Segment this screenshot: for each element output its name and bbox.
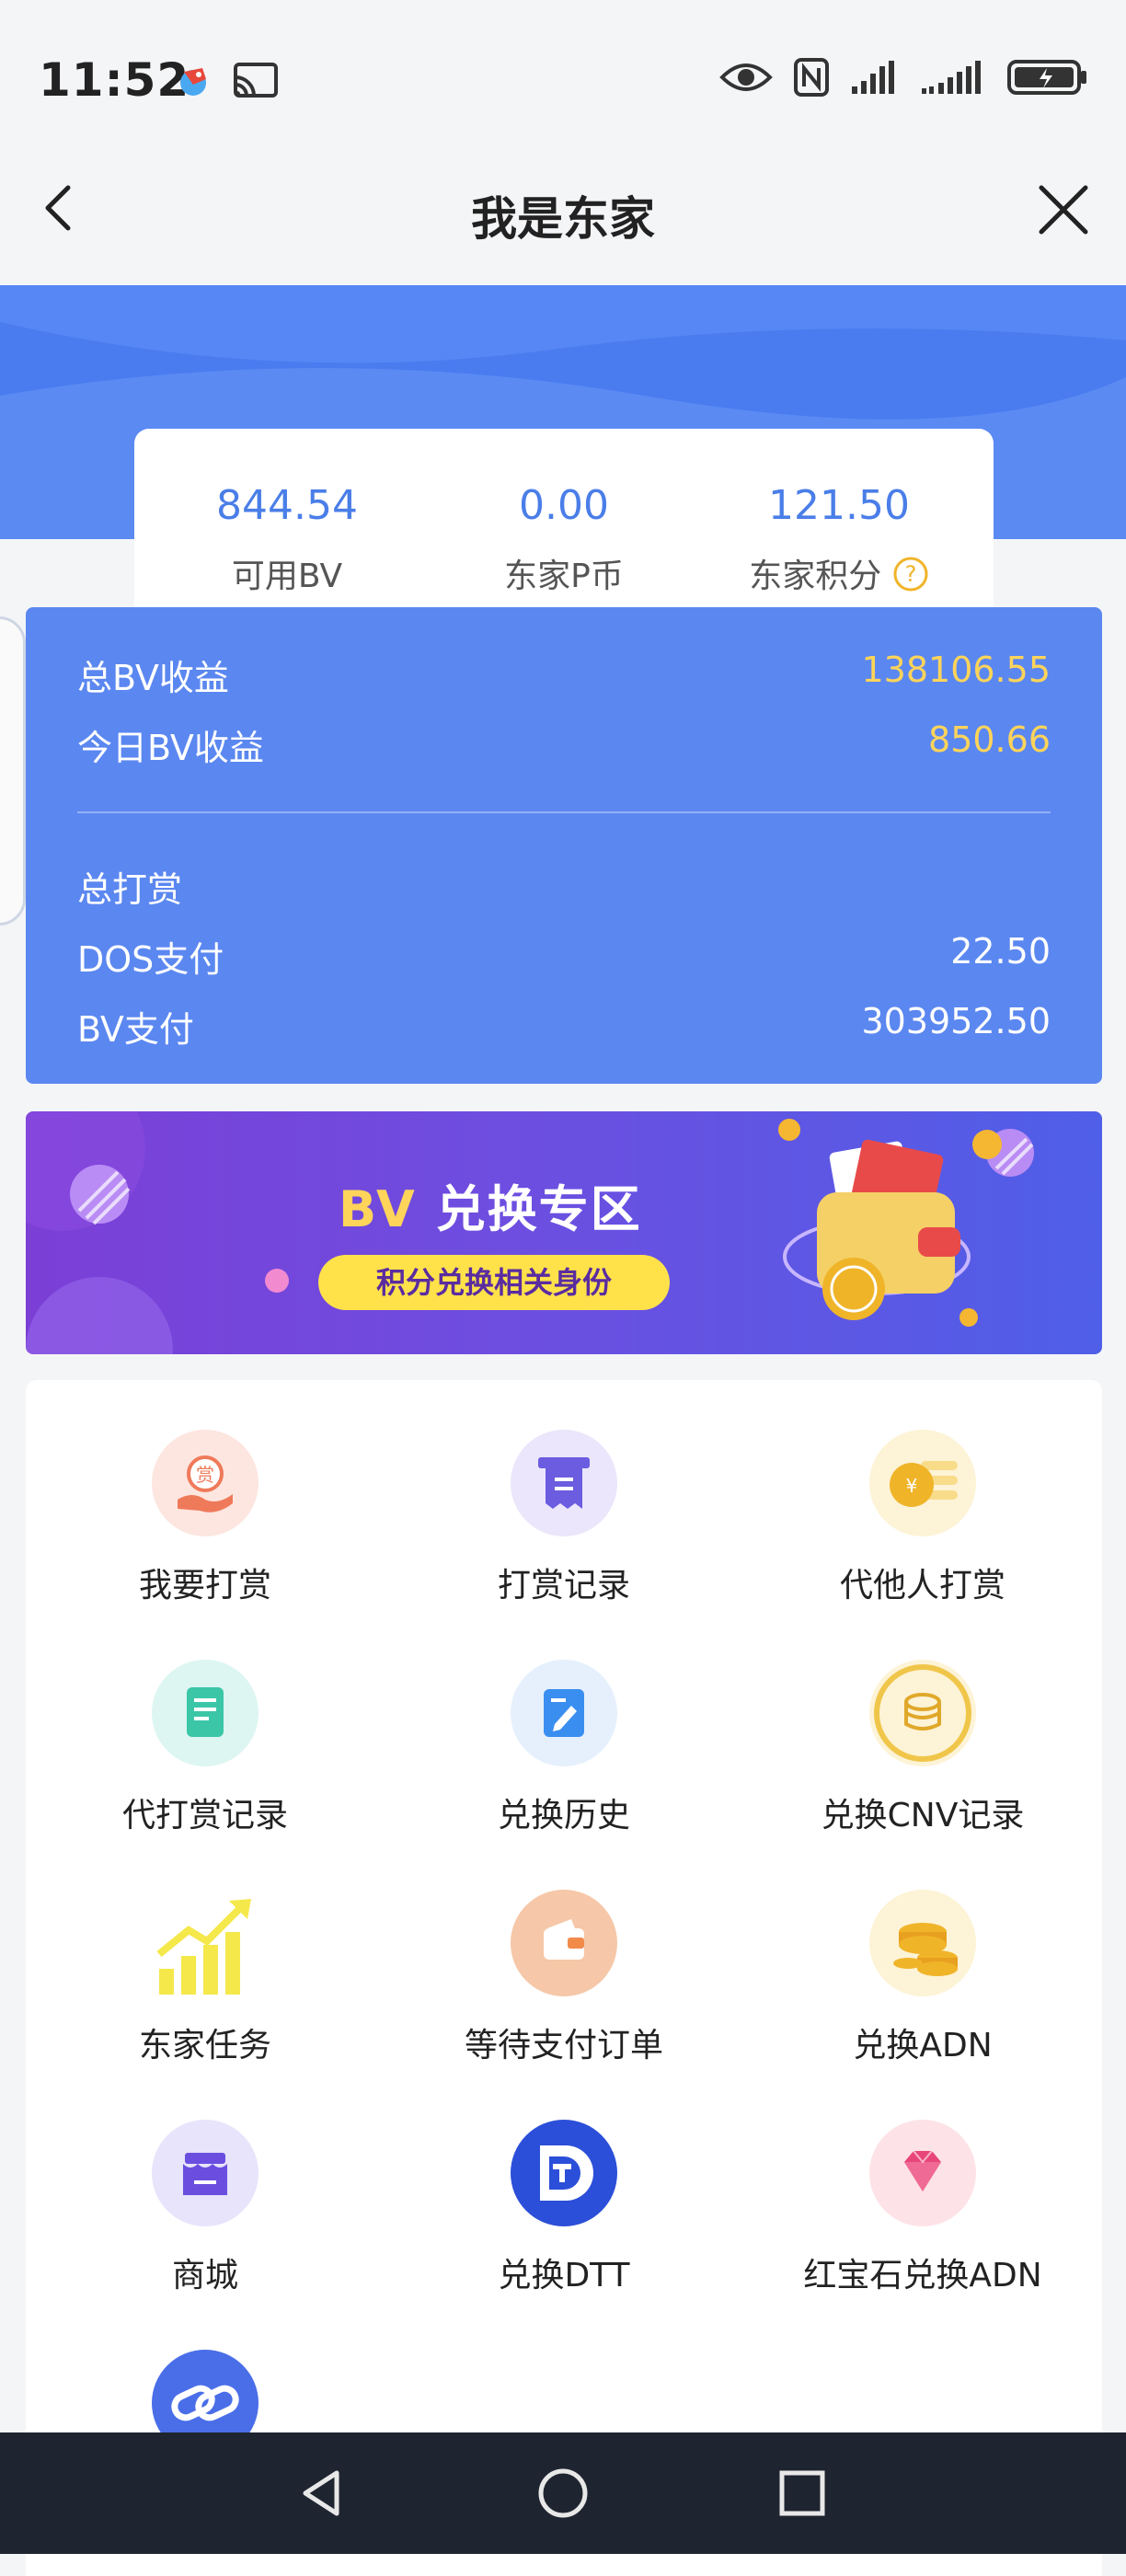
grid-item-exchange-history[interactable]: 兑换历史	[385, 1660, 743, 1836]
grid-label: 兑换历史	[497, 1797, 630, 1834]
grid-label: 商城	[171, 2257, 238, 2294]
signal-icon	[852, 61, 894, 94]
grid-label: 我要打赏	[138, 1567, 271, 1604]
nav-recents-icon[interactable]	[775, 2466, 830, 2521]
coin-stack-icon	[869, 1660, 976, 1766]
total-bv-value: 138106.55	[861, 650, 1051, 690]
growth-chart-icon	[152, 1890, 259, 1996]
total-reward-row: 总打赏	[77, 861, 1051, 912]
status-bar: 11:52	[0, 0, 1126, 166]
nav-home-icon[interactable]	[535, 2466, 591, 2521]
eye-icon	[719, 63, 773, 91]
grid-item-ruby-exchange-adn[interactable]: 红宝石兑换ADN	[743, 2120, 1102, 2296]
grid-label: 兑换ADN	[853, 2027, 993, 2064]
banner-title: BV 兑换专区	[339, 1168, 642, 1241]
grid-item-reward-records[interactable]: 打赏记录	[385, 1430, 743, 1606]
grid-label: 兑换CNV记录	[821, 1797, 1025, 1834]
banner-title-rest: 兑换专区	[435, 1180, 642, 1238]
wallet-icon	[783, 1139, 971, 1320]
bird-app-icon	[180, 68, 206, 96]
balance-card: 844.54 可用BV 0.00 东家P币 121.50 东家积分 ?	[134, 429, 994, 613]
close-icon[interactable]	[1034, 180, 1093, 239]
dtt-logo-icon	[511, 2120, 617, 2226]
battery-icon	[1007, 60, 1086, 95]
grid-label: 代他人打赏	[839, 1567, 1005, 1604]
dos-pay-value: 22.50	[950, 931, 1051, 972]
grid-item-reward-for-others[interactable]: ¥ 代他人打赏	[743, 1430, 1102, 1606]
grid-item-proxy-reward-records[interactable]: 代打赏记录	[26, 1660, 385, 1836]
yuan-coin-icon: ¥	[869, 1430, 976, 1536]
today-bv-row: 今日BV收益 850.66	[77, 719, 1051, 770]
bv-exchange-banner[interactable]: BV 兑换专区 积分兑换相关身份	[26, 1111, 1102, 1354]
help-icon[interactable]: ?	[892, 556, 929, 592]
total-reward-label: 总打赏	[77, 869, 183, 910]
grid-label: 红宝石兑换ADN	[803, 2257, 1042, 2294]
nfc-icon	[794, 58, 829, 97]
grid-label: 东家任务	[138, 2027, 271, 2064]
svg-text:赏: 赏	[196, 1464, 214, 1486]
nav-back-icon[interactable]	[294, 2466, 350, 2521]
grid-item-exchange-adn[interactable]: 兑换ADN	[743, 1890, 1102, 2066]
side-drawer-handle[interactable]	[0, 616, 26, 926]
status-left-icons	[175, 61, 280, 101]
dos-pay-label: DOS支付	[77, 939, 224, 980]
stat-available-bv[interactable]: 844.54 可用BV	[149, 482, 425, 597]
stat-value: 121.50	[768, 482, 910, 529]
system-nav-bar	[0, 2432, 1126, 2554]
bv-pay-label: BV支付	[77, 1009, 194, 1050]
document-icon	[152, 1660, 259, 1766]
feature-grid: 赏 我要打赏 打赏记录 ¥ 代他人打赏 代打赏记录 兑换历史 兑换CNV记录 东…	[26, 1380, 1102, 2576]
grid-item-exchange-dtt[interactable]: 兑换DTT	[385, 2120, 743, 2296]
reward-hand-icon: 赏	[152, 1430, 259, 1536]
ruby-gem-icon	[869, 2120, 976, 2226]
stat-value: 0.00	[519, 482, 609, 529]
today-bv-label: 今日BV收益	[77, 728, 264, 768]
grid-label: 兑换DTT	[498, 2257, 630, 2294]
receipt-icon	[511, 1430, 617, 1536]
grid-item-give-reward[interactable]: 赏 我要打赏	[26, 1430, 385, 1606]
today-bv-value: 850.66	[928, 719, 1051, 760]
grid-label: 代打赏记录	[121, 1797, 288, 1834]
svg-text:?: ?	[904, 561, 916, 587]
stat-points[interactable]: 121.50 东家积分 ?	[701, 482, 977, 597]
total-bv-label: 总BV收益	[77, 658, 229, 698]
cast-icon	[234, 63, 278, 98]
grid-label: 等待支付订单	[464, 2027, 663, 2064]
divider	[77, 811, 1051, 813]
banner-title-bv: BV	[339, 1180, 417, 1238]
stat-label-text: 东家积分	[749, 558, 882, 595]
grid-item-cnv-records[interactable]: 兑换CNV记录	[743, 1660, 1102, 1836]
status-time: 11:52	[39, 53, 190, 107]
bv-pay-value: 303952.50	[861, 1001, 1051, 1041]
total-bv-row: 总BV收益 138106.55	[77, 650, 1051, 700]
edit-note-icon	[511, 1660, 617, 1766]
wallet-icon	[511, 1890, 617, 1996]
stat-value: 844.54	[216, 482, 358, 529]
grid-label: 打赏记录	[497, 1567, 630, 1604]
stat-label: 东家积分 ?	[701, 549, 977, 597]
stat-p-coin[interactable]: 0.00 东家P币	[426, 482, 702, 597]
banner-subtitle-pill[interactable]: 积分兑换相关身份	[318, 1255, 670, 1310]
coins-pile-icon	[869, 1890, 976, 1996]
bv-pay-row: BV支付 303952.50	[77, 1001, 1051, 1052]
stat-label: 东家P币	[504, 558, 624, 595]
svg-text:¥: ¥	[906, 1475, 918, 1497]
grid-item-mall[interactable]: 商城	[26, 2120, 385, 2296]
earnings-card: 总BV收益 138106.55 今日BV收益 850.66 总打赏 DOS支付 …	[26, 607, 1102, 1084]
grid-item-pending-orders[interactable]: 等待支付订单	[385, 1890, 743, 2066]
signal-2-icon	[922, 61, 981, 94]
stat-label: 可用BV	[231, 558, 343, 595]
page-title: 我是东家	[471, 192, 655, 246]
status-right-icons	[719, 57, 1089, 98]
shop-icon	[152, 2120, 259, 2226]
grid-item-host-tasks[interactable]: 东家任务	[26, 1890, 385, 2066]
dos-pay-row: DOS支付 22.50	[77, 931, 1051, 982]
